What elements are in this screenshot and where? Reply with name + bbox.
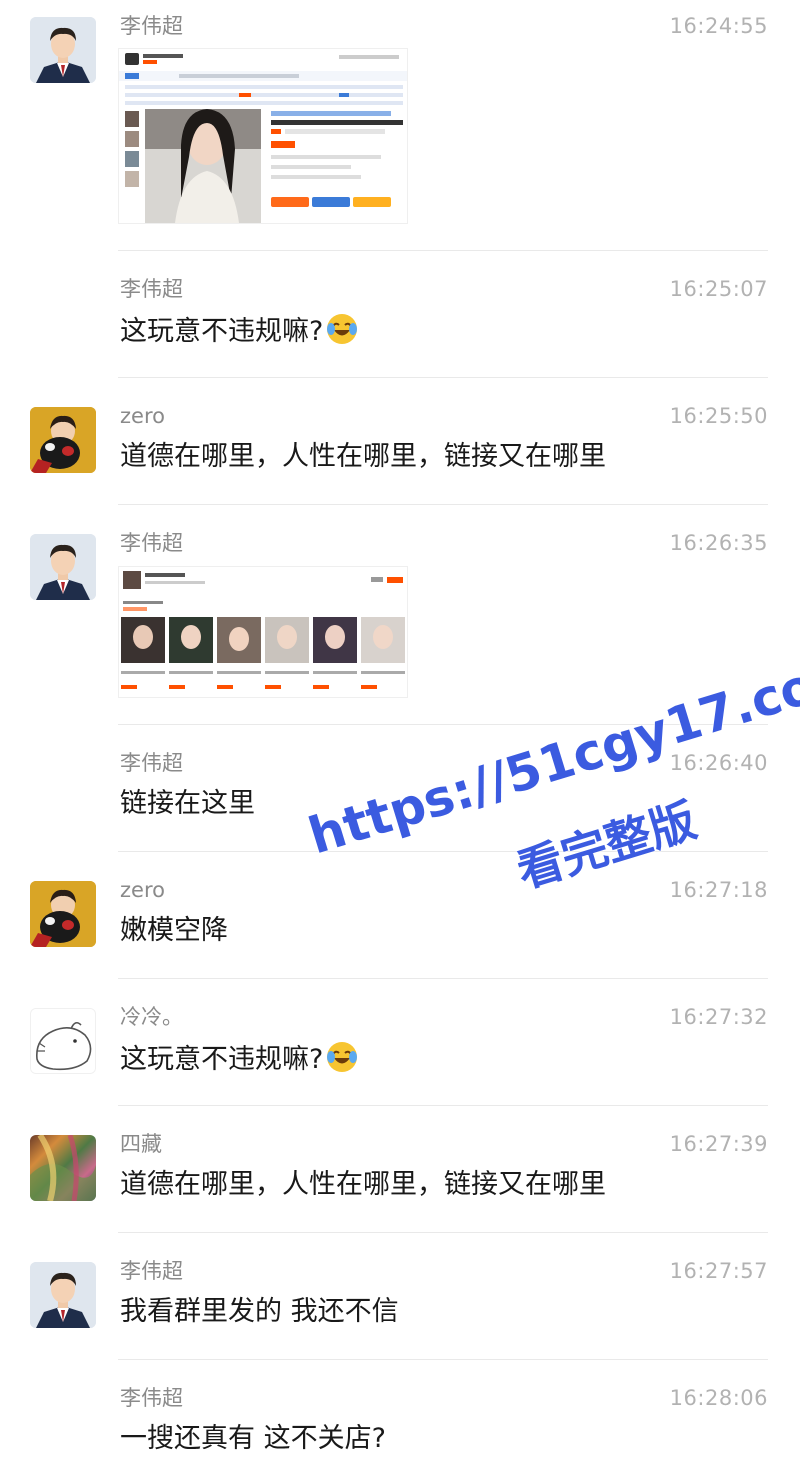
avatar-painting [30, 1135, 96, 1201]
message-divider [118, 1105, 768, 1106]
timestamp: 16:25:50 [669, 404, 768, 428]
timestamp: 16:27:39 [669, 1132, 768, 1156]
sender-name: 李伟超 [120, 531, 183, 555]
message-divider [118, 504, 768, 505]
avatar-man-suit [30, 17, 96, 83]
sender-name: 李伟超 [120, 14, 183, 38]
avatar[interactable] [30, 534, 96, 600]
message-text[interactable]: 这玩意不违规嘛? [120, 312, 359, 356]
avatar[interactable] [30, 17, 96, 83]
avatar[interactable] [30, 1008, 96, 1074]
avatar[interactable] [30, 1135, 96, 1201]
message-text[interactable]: 一搜还真有 这不关店? [120, 1421, 386, 1457]
timestamp: 16:26:35 [669, 531, 768, 555]
message-text[interactable]: 道德在哪里，人性在哪里，链接又在哪里 [120, 1167, 606, 1203]
message-divider [118, 250, 768, 251]
sender-name: zero [120, 878, 165, 902]
message-text[interactable]: 链接在这里 [120, 786, 255, 822]
sender-name: zero [120, 404, 165, 428]
message-divider [118, 1232, 768, 1233]
message-text[interactable]: 这玩意不违规嘛? [120, 1040, 359, 1084]
message-text[interactable]: 道德在哪里，人性在哪里，链接又在哪里 [120, 439, 606, 475]
avatar[interactable] [30, 881, 96, 947]
avatar-person-with-dog [30, 407, 96, 473]
timestamp: 16:28:06 [669, 1386, 768, 1410]
avatar-man-suit [30, 1262, 96, 1328]
message-divider [118, 377, 768, 378]
timestamp: 16:27:57 [669, 1259, 768, 1283]
avatar-person-with-dog [30, 881, 96, 947]
shop-page-screenshot [119, 49, 407, 223]
avatar[interactable] [30, 407, 96, 473]
sender-name: 李伟超 [120, 1386, 183, 1410]
timestamp: 16:25:07 [669, 277, 768, 301]
avatar-man-suit [30, 534, 96, 600]
timestamp: 16:26:40 [669, 751, 768, 775]
image-attachment[interactable] [118, 48, 408, 224]
sender-name: 冷冷。 [120, 1005, 183, 1029]
message-divider [118, 978, 768, 979]
sender-name: 四藏 [120, 1132, 162, 1156]
message-text[interactable]: 我看群里发的 我还不信 [120, 1294, 399, 1330]
rofl-emoji-icon [325, 1040, 359, 1084]
avatar[interactable] [30, 1262, 96, 1328]
sender-name: 李伟超 [120, 277, 183, 301]
message-text-content: 这玩意不违规嘛? [120, 316, 324, 347]
sender-name: 李伟超 [120, 1259, 183, 1283]
rofl-emoji-icon [325, 312, 359, 356]
message-divider [118, 1359, 768, 1360]
shop-grid-screenshot [119, 567, 407, 697]
timestamp: 16:27:32 [669, 1005, 768, 1029]
timestamp: 16:27:18 [669, 878, 768, 902]
message-text-content: 这玩意不违规嘛? [120, 1044, 324, 1075]
image-attachment[interactable] [118, 566, 408, 698]
avatar-sketch-creature [31, 1009, 95, 1073]
sender-name: 李伟超 [120, 751, 183, 775]
message-text[interactable]: 嫩模空降 [120, 913, 228, 949]
timestamp: 16:24:55 [669, 14, 768, 38]
